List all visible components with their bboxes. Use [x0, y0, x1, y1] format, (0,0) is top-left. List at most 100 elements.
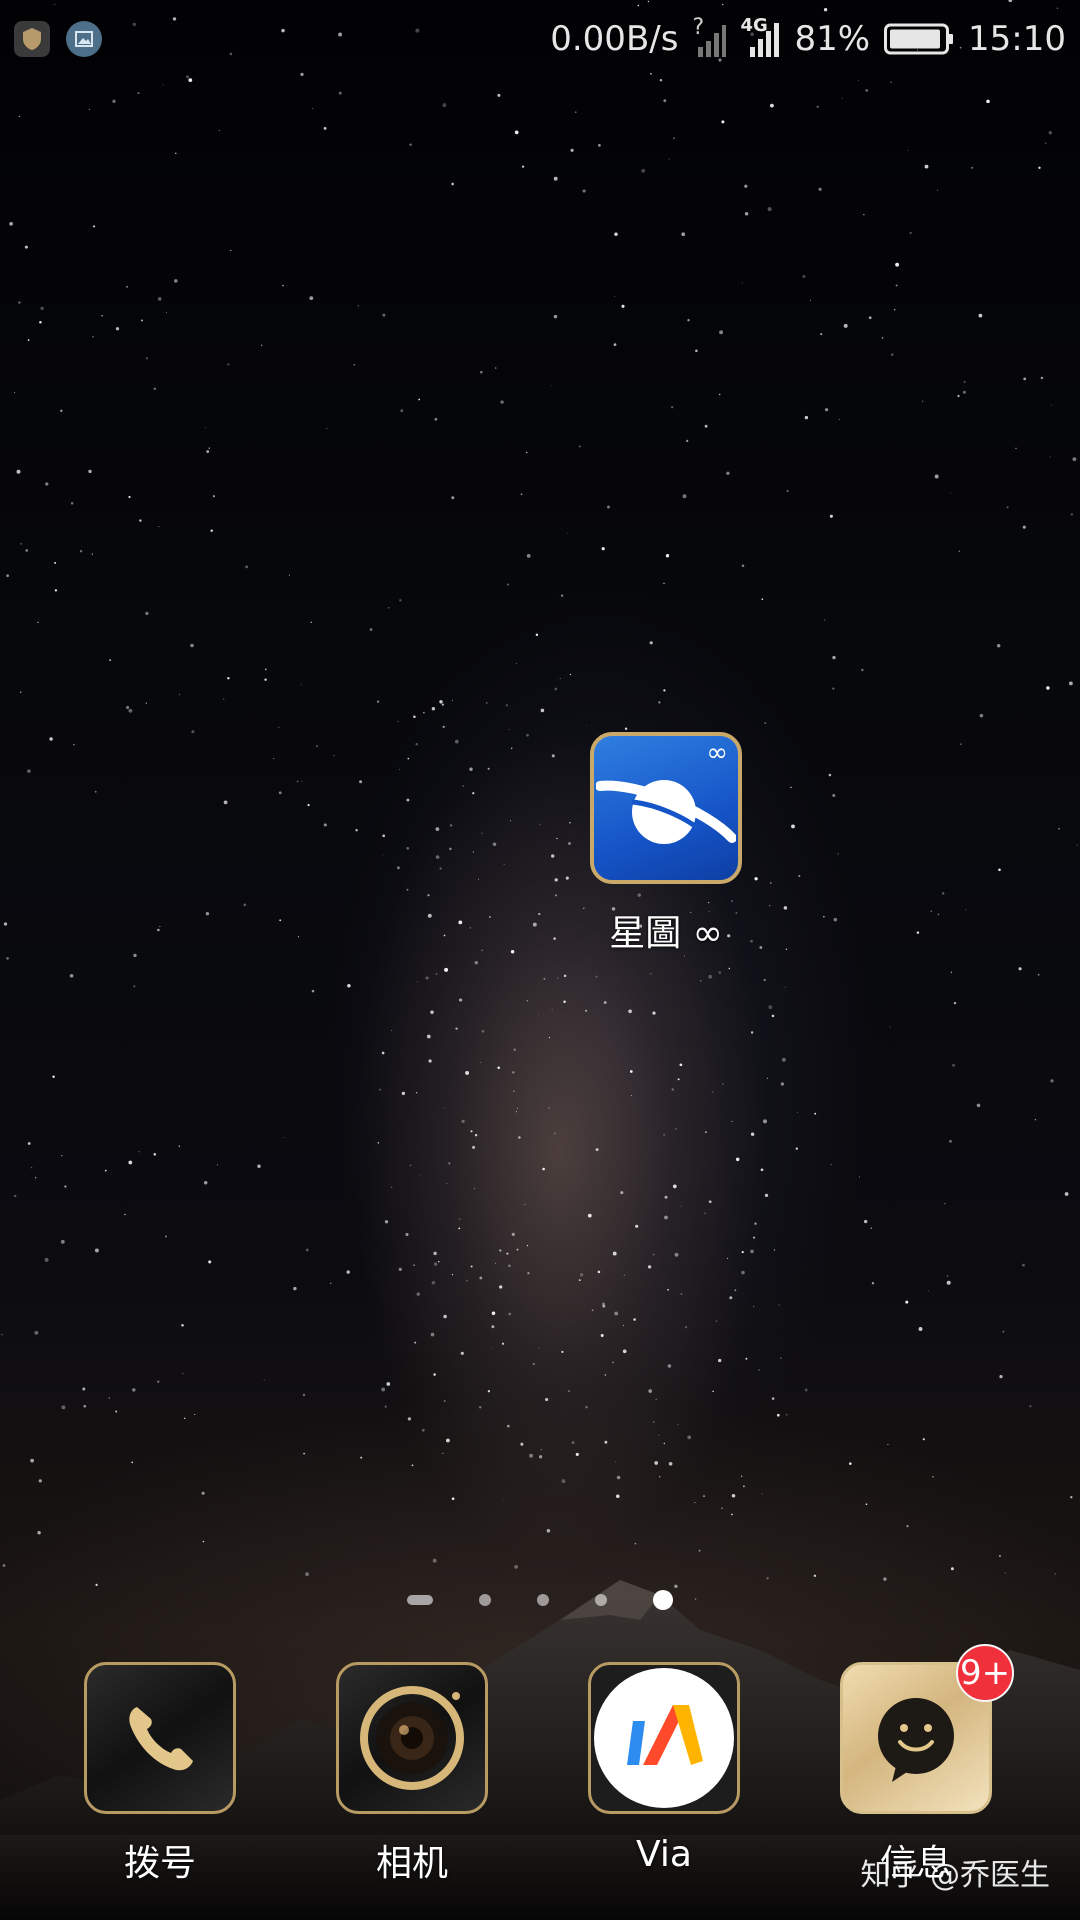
- star: [824, 619, 826, 621]
- star: [859, 1176, 861, 1178]
- star: [516, 1248, 519, 1251]
- star: [791, 824, 795, 829]
- star: [164, 1235, 167, 1238]
- star: [469, 927, 471, 929]
- star: [818, 187, 822, 191]
- page-dot[interactable]: [595, 1594, 607, 1606]
- star: [54, 561, 57, 564]
- star: [1048, 130, 1053, 135]
- star: [108, 1397, 111, 1399]
- star: [758, 1369, 760, 1371]
- star: [767, 207, 772, 212]
- star: [924, 164, 929, 169]
- star: [1050, 404, 1052, 406]
- star: [481, 1029, 485, 1033]
- app-camera[interactable]: 相机: [336, 1662, 488, 1886]
- star: [1002, 1330, 1005, 1333]
- star: [567, 1389, 571, 1393]
- star: [570, 148, 574, 152]
- star: [69, 974, 74, 978]
- star: [323, 126, 327, 130]
- page-dot[interactable]: [537, 1594, 549, 1606]
- star: [998, 868, 1001, 872]
- star: [629, 1070, 633, 1073]
- star: [890, 81, 893, 84]
- star: [37, 1531, 41, 1535]
- star: [399, 599, 402, 602]
- star: [950, 492, 952, 494]
- star: [837, 853, 839, 855]
- star: [223, 800, 228, 805]
- star: [382, 313, 386, 317]
- star: [1015, 447, 1017, 449]
- star: [561, 1350, 564, 1353]
- star: [959, 743, 962, 746]
- star: [895, 284, 898, 287]
- star: [459, 998, 463, 1002]
- star: [465, 1070, 470, 1075]
- app-phone[interactable]: 拨号: [84, 1662, 236, 1886]
- star: [128, 1160, 133, 1165]
- star: [602, 1304, 606, 1308]
- star: [906, 1525, 909, 1528]
- star: [816, 105, 819, 108]
- star: [478, 878, 480, 880]
- star: [472, 1145, 476, 1149]
- star: [548, 1037, 550, 1039]
- star: [435, 973, 438, 975]
- page-dot-active[interactable]: [653, 1590, 673, 1610]
- star: [442, 1452, 444, 1455]
- no-sim-signal-icon: ?: [692, 15, 727, 57]
- star: [515, 663, 517, 664]
- star: [1044, 142, 1047, 145]
- star: [675, 1128, 677, 1130]
- star: [61, 1155, 63, 1157]
- star: [978, 313, 983, 318]
- star: [754, 877, 758, 881]
- star: [578, 445, 581, 448]
- gallery-icon: [66, 21, 102, 57]
- star: [949, 1139, 952, 1143]
- page-dot[interactable]: [479, 1594, 491, 1606]
- star: [1022, 1263, 1025, 1267]
- star: [302, 1393, 306, 1397]
- star: [715, 1320, 718, 1322]
- star: [565, 876, 569, 880]
- star: [508, 1264, 511, 1267]
- star: [750, 1031, 754, 1034]
- star: [745, 1357, 748, 1360]
- star: [971, 166, 974, 169]
- star: [288, 574, 290, 576]
- star: [540, 708, 545, 713]
- app-skymap[interactable]: ∞ 星圖 ∞: [590, 732, 742, 956]
- star: [223, 698, 225, 700]
- star: [941, 892, 945, 895]
- app-via[interactable]: Via: [588, 1662, 740, 1875]
- star: [672, 1184, 677, 1189]
- star: [109, 659, 111, 661]
- star: [770, 103, 774, 108]
- star: [202, 1540, 205, 1543]
- star: [428, 1059, 432, 1063]
- page-dot-home[interactable]: [407, 1595, 433, 1605]
- star: [773, 1249, 776, 1251]
- star: [1064, 1192, 1069, 1196]
- star: [663, 1442, 665, 1445]
- star: [82, 1387, 86, 1391]
- star: [559, 677, 561, 680]
- star: [863, 214, 865, 216]
- star: [1058, 827, 1060, 830]
- star: [460, 1351, 464, 1355]
- star: [381, 1051, 385, 1055]
- star: [538, 1455, 543, 1459]
- star: [104, 1169, 107, 1172]
- star: [591, 1309, 594, 1312]
- star: [624, 727, 628, 731]
- star: [485, 702, 488, 704]
- star: [24, 245, 28, 249]
- star: [479, 1406, 482, 1409]
- star: [307, 804, 310, 807]
- star: [527, 1272, 530, 1275]
- star: [64, 1185, 67, 1188]
- star: [556, 837, 558, 840]
